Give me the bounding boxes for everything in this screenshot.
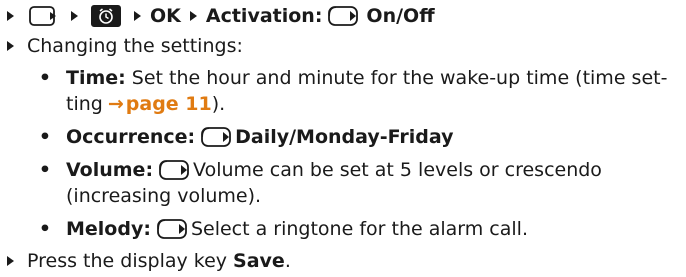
menu-key-icon bbox=[29, 6, 59, 26]
changing-settings-line: Changing the settings: bbox=[0, 33, 243, 59]
step-path-line: OK Activation: On/Off bbox=[0, 3, 435, 29]
arrow-right-icon bbox=[189, 11, 197, 21]
occurrence-item: • Occurrence: Daily/Monday-Friday bbox=[34, 124, 454, 150]
final-step-line: Press the display key Save . bbox=[0, 248, 291, 274]
activation-label: Activation: bbox=[205, 5, 323, 27]
final-step-text: Press the display key bbox=[27, 250, 228, 272]
melody-label: Melody: bbox=[66, 218, 151, 240]
page-link[interactable]: → page 11 bbox=[108, 93, 212, 115]
save-key-name: Save bbox=[233, 250, 285, 272]
final-step-period: . bbox=[284, 250, 291, 272]
melody-item: • Melody: Select a ringtone for the alar… bbox=[34, 216, 528, 242]
arrow-right-icon: → bbox=[107, 93, 124, 115]
bullet-dot: • bbox=[38, 126, 52, 148]
activation-value: On/Off bbox=[366, 5, 435, 27]
occurrence-value: Daily/Monday-Friday bbox=[235, 126, 454, 148]
bullet-triangle-icon bbox=[7, 41, 14, 51]
time-item: • Time: Set the hour and minute for the … bbox=[34, 65, 668, 91]
bullet-triangle-icon bbox=[7, 256, 14, 266]
changing-settings-text: Changing the settings: bbox=[27, 35, 243, 57]
bullet-triangle-icon bbox=[7, 11, 14, 21]
occurrence-label: Occurrence: bbox=[66, 126, 196, 148]
bullet-dot: • bbox=[38, 159, 52, 181]
ok-step: OK bbox=[150, 5, 181, 27]
time-text-line2: ting bbox=[66, 93, 103, 115]
time-text-close: ). bbox=[211, 93, 226, 115]
volume-text-line1: Volume can be set at 5 levels or crescen… bbox=[193, 159, 602, 181]
melody-text-line1: Select a ringtone for the alarm call. bbox=[190, 218, 528, 240]
nav-key-icon bbox=[159, 160, 189, 180]
volume-item-cont: (increasing volume). bbox=[66, 183, 261, 209]
nav-key-icon bbox=[201, 127, 232, 147]
time-label: Time: bbox=[66, 67, 126, 89]
time-item-cont: ting → page 11 ). bbox=[66, 91, 225, 117]
arrow-right-icon bbox=[134, 11, 141, 21]
bullet-dot: • bbox=[38, 218, 52, 240]
bullet-dot: • bbox=[38, 67, 52, 89]
nav-key-icon bbox=[157, 219, 187, 239]
volume-item: • Volume: Volume can be set at 5 levels … bbox=[34, 157, 602, 183]
alarm-clock-icon bbox=[91, 5, 121, 27]
arrow-right-icon bbox=[71, 11, 78, 21]
manual-page: OK Activation: On/Off Changing the setti… bbox=[0, 0, 686, 277]
volume-text-line2: (increasing volume). bbox=[66, 185, 262, 207]
volume-label: Volume: bbox=[66, 159, 154, 181]
time-text-line1: Set the hour and minute for the wake-up … bbox=[131, 67, 668, 89]
nav-key-icon bbox=[328, 6, 359, 26]
